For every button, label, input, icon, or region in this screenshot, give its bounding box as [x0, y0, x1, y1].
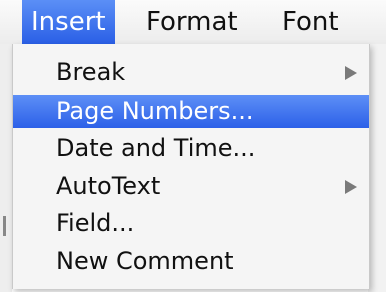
menu-item-autotext[interactable]: AutoText — [13, 170, 369, 203]
menu-item-label: Break — [56, 58, 126, 86]
insert-dropdown-menu: Break Page Numbers... Date and Time... A… — [12, 44, 370, 289]
menu-insert[interactable]: Insert — [22, 0, 115, 44]
menu-item-label: Date and Time... — [56, 134, 256, 162]
menu-bar: Insert Format Font — [0, 0, 386, 44]
chevron-right-icon — [345, 66, 357, 80]
document-edge-left — [0, 44, 12, 292]
menu-item-field[interactable]: Field... — [13, 207, 369, 240]
menu-item-break[interactable]: Break — [13, 56, 369, 89]
menu-item-new-comment[interactable]: New Comment — [13, 245, 369, 278]
menu-item-label: New Comment — [56, 247, 234, 275]
document-edge-right — [368, 44, 386, 292]
menu-item-label: Field... — [56, 209, 135, 237]
menu-font[interactable]: Font — [282, 0, 339, 44]
menu-item-date-and-time[interactable]: Date and Time... — [13, 132, 369, 165]
app-window: Insert Format Font Break Page Numbers...… — [0, 0, 386, 292]
menu-format[interactable]: Format — [146, 0, 238, 44]
menu-item-label: Page Numbers... — [56, 97, 254, 125]
text-cursor-mark — [3, 216, 6, 236]
menu-item-label: AutoText — [56, 172, 161, 200]
chevron-right-icon — [345, 180, 357, 194]
menu-item-page-numbers[interactable]: Page Numbers... — [13, 95, 369, 128]
